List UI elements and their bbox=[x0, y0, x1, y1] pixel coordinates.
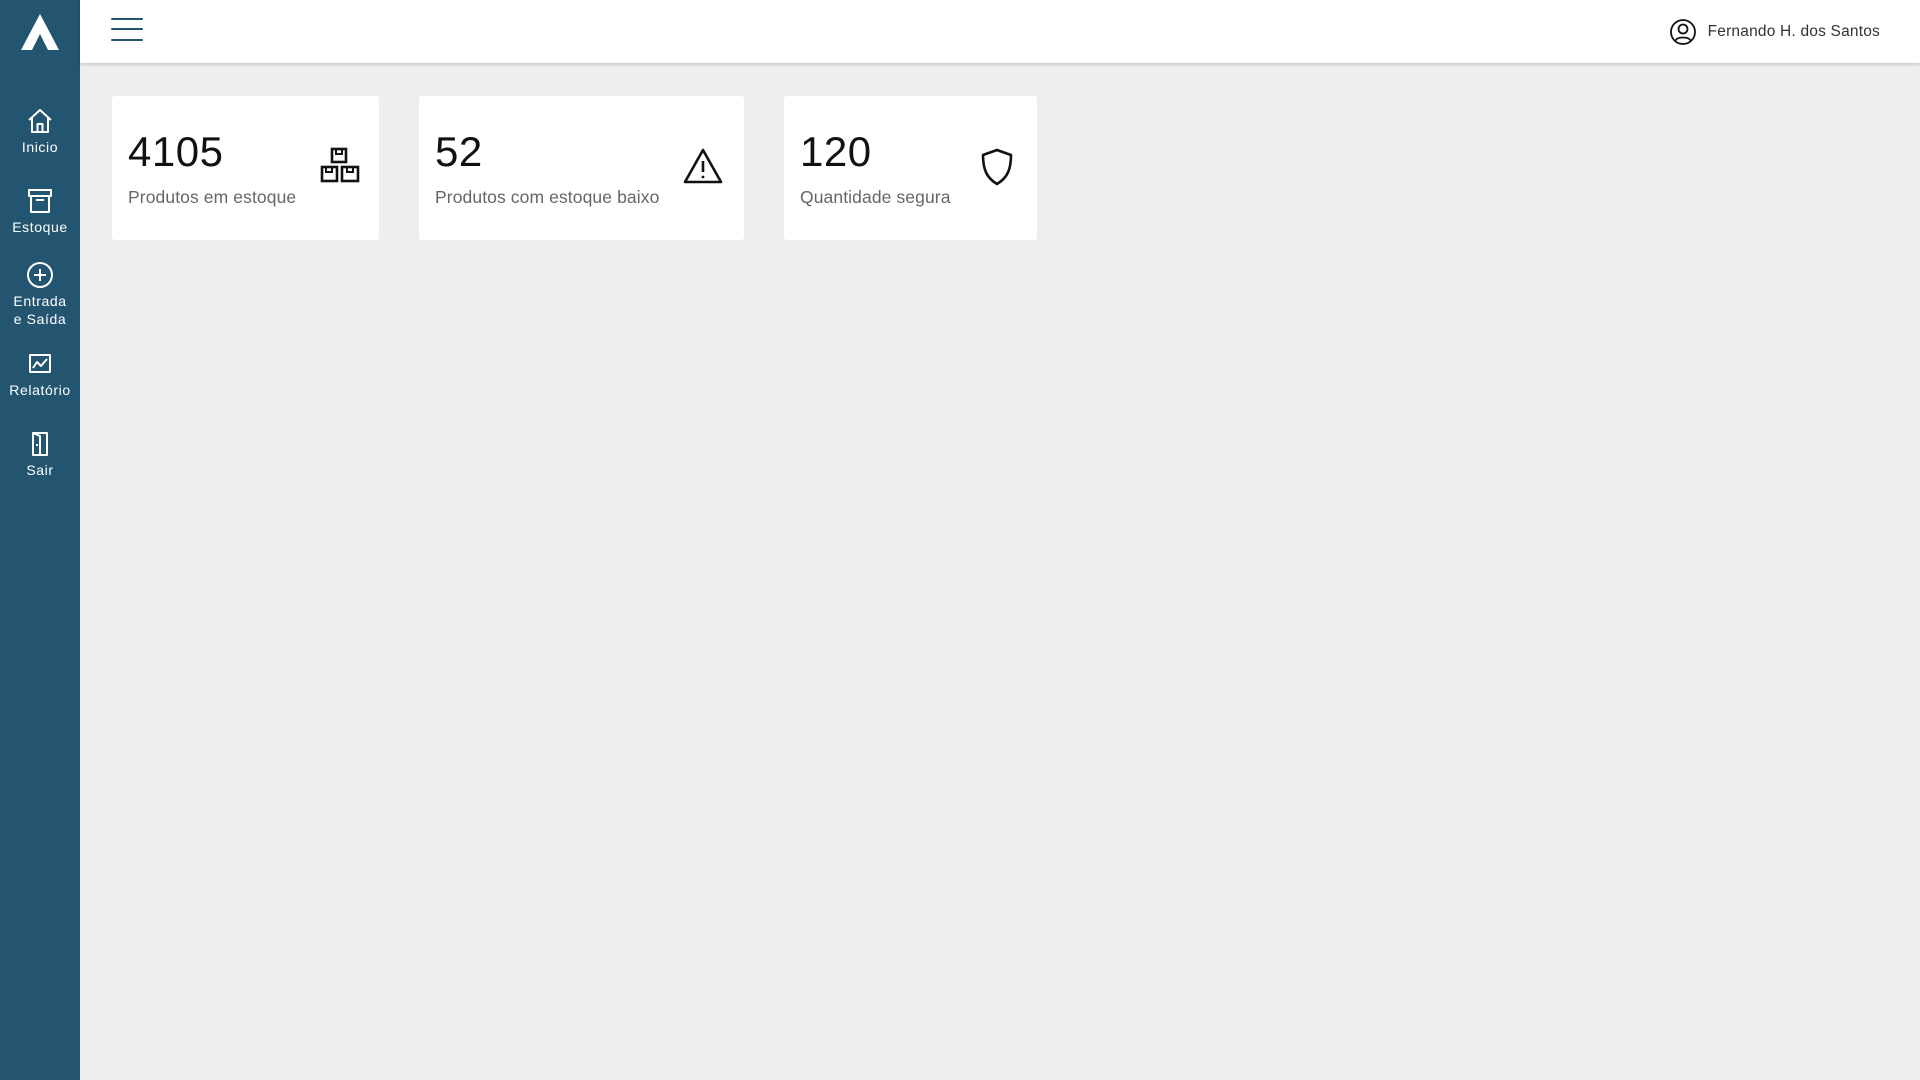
hamburger-menu-icon[interactable] bbox=[110, 15, 144, 45]
archive-icon bbox=[28, 189, 52, 213]
plus-circle-icon bbox=[27, 262, 53, 288]
stat-label: Quantidade segura bbox=[800, 187, 951, 207]
stat-card-quantidade-segura: 120 Quantidade segura bbox=[784, 96, 1037, 240]
sidebar-item-label-line1: Entrada bbox=[13, 293, 67, 309]
user-menu[interactable]: Fernando H. dos Santos bbox=[1669, 18, 1880, 46]
user-circle-icon bbox=[1669, 19, 1696, 45]
sidebar: Inicio Estoque Entrada e Saída Relatório bbox=[0, 0, 80, 1080]
stat-value: 52 bbox=[435, 128, 483, 175]
boxes-icon bbox=[320, 147, 360, 183]
sidebar-item-relatorio[interactable]: Relatório bbox=[0, 349, 80, 399]
sidebar-item-label: Estoque bbox=[12, 219, 68, 235]
sidebar-item-sair[interactable]: Sair bbox=[0, 429, 80, 479]
sidebar-item-label: Sair bbox=[26, 462, 54, 478]
sidebar-item-estoque[interactable]: Estoque bbox=[0, 186, 80, 236]
home-icon bbox=[28, 109, 52, 133]
warning-triangle-icon bbox=[683, 148, 723, 184]
stat-card-produtos-em-estoque: 4105 Produtos em estoque bbox=[112, 96, 379, 240]
sidebar-item-label-line2: e Saída bbox=[13, 311, 67, 327]
stat-label: Produtos com estoque baixo bbox=[435, 187, 660, 207]
triangle-logo-icon[interactable] bbox=[19, 12, 61, 52]
shield-icon bbox=[981, 148, 1013, 186]
stat-value: 120 bbox=[800, 128, 872, 175]
sidebar-item-label: Inicio bbox=[21, 139, 59, 155]
top-bar: Fernando H. dos Santos bbox=[80, 0, 1920, 63]
sidebar-item-label: Relatório bbox=[9, 382, 71, 398]
chart-icon bbox=[29, 354, 51, 373]
stat-value: 4105 bbox=[128, 128, 224, 175]
user-name: Fernando H. dos Santos bbox=[1707, 23, 1880, 40]
stat-label: Produtos em estoque bbox=[128, 187, 297, 207]
sidebar-item-entrada-saida[interactable]: Entrada e Saída bbox=[0, 260, 80, 328]
sidebar-item-inicio[interactable]: Inicio bbox=[0, 106, 80, 156]
door-icon bbox=[32, 432, 48, 456]
stat-card-estoque-baixo: 52 Produtos com estoque baixo bbox=[419, 96, 744, 240]
